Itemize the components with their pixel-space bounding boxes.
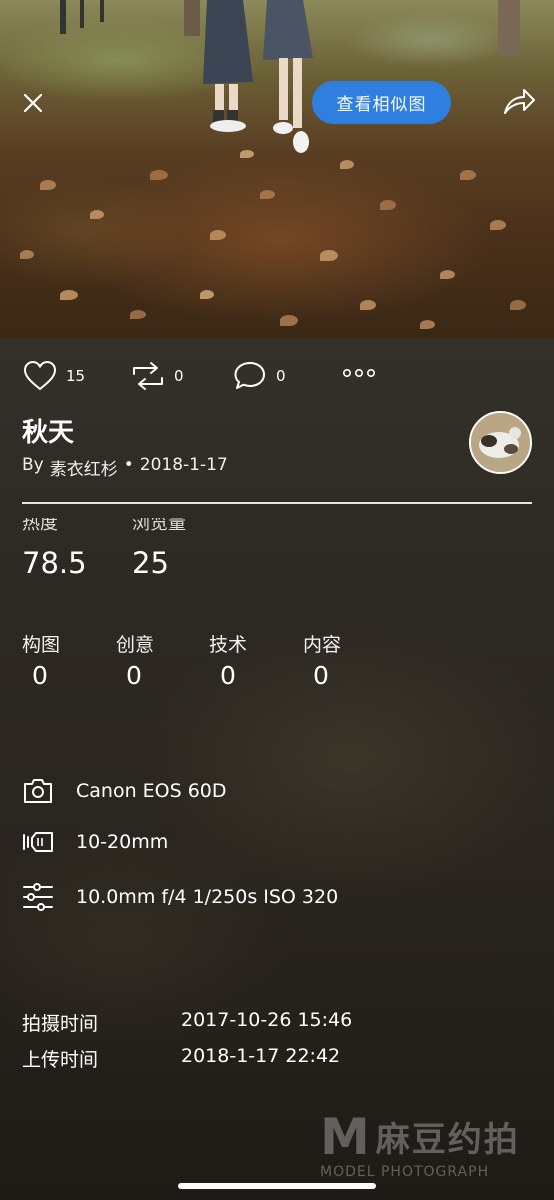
photo-image[interactable] [0, 0, 554, 338]
byline-separator: • [123, 455, 134, 475]
like-button[interactable]: 15 [22, 360, 85, 392]
heart-icon [23, 360, 57, 391]
repost-icon [133, 362, 163, 390]
watermark-cn: 麻豆约拍 [375, 1120, 520, 1160]
by-label: By [22, 455, 44, 475]
watermark-logo: M 麻豆约拍 MODEL PHOTOGRAPH [320, 1112, 520, 1180]
comment-icon [234, 362, 265, 389]
sliders-icon [23, 883, 53, 911]
home-indicator [178, 1183, 376, 1189]
more-button[interactable] [342, 368, 376, 378]
lens-icon [23, 832, 53, 852]
comment-count: 0 [276, 367, 286, 385]
view-similar-button[interactable]: 查看相似图 [312, 81, 451, 124]
score-value-content: 0 [313, 661, 329, 690]
post-title: 秋天 [22, 418, 75, 448]
score-label-creativity: 创意 [116, 634, 155, 656]
views-label: 浏览量 [132, 518, 186, 532]
action-bar: 15 0 0 [22, 360, 554, 394]
byline: By 素衣红杉 • 2018-1-17 [22, 455, 228, 480]
spec-settings: 10.0mm f/4 1/250s ISO 320 [22, 881, 338, 913]
upload-time-label: 上传时间 [22, 1049, 99, 1071]
watermark-en: MODEL PHOTOGRAPH [320, 1164, 490, 1180]
exposure-settings: 10.0mm f/4 1/250s ISO 320 [76, 886, 339, 908]
repost-count: 0 [174, 367, 184, 385]
shot-time-value: 2017-10-26 15:46 [181, 1009, 353, 1031]
spec-lens: 10-20mm [22, 826, 168, 858]
score-label-composition: 构图 [22, 634, 61, 656]
comment-button[interactable]: 0 [232, 360, 286, 392]
avatar-cat-image [471, 413, 530, 472]
stats-labels-row: 热度 浏览量 [0, 518, 554, 532]
heat-value: 78.5 [22, 546, 87, 580]
score-value-creativity: 0 [126, 661, 142, 690]
score-value-composition: 0 [32, 661, 48, 690]
score-value-technique: 0 [220, 661, 236, 690]
score-label-technique: 技术 [209, 634, 248, 656]
info-panel: 15 0 0 秋天 By 素衣红杉 • 2018-1-17 热度 浏览量 78.… [0, 338, 554, 1200]
avatar[interactable] [469, 411, 532, 474]
shot-time-label: 拍摄时间 [22, 1013, 99, 1035]
photo-tree-trunks [60, 0, 520, 56]
lens-model: 10-20mm [76, 831, 169, 853]
post-date: 2018-1-17 [139, 455, 228, 475]
like-count: 15 [66, 367, 86, 385]
repost-button[interactable]: 0 [130, 360, 184, 392]
close-icon [23, 93, 43, 113]
camera-icon [24, 779, 52, 803]
score-label-content: 内容 [303, 634, 342, 656]
views-value: 25 [132, 546, 169, 580]
heat-label: 热度 [22, 518, 58, 532]
divider [22, 502, 532, 504]
watermark-letter: M [320, 1108, 370, 1166]
share-button[interactable] [500, 85, 538, 119]
author-name[interactable]: 素衣红杉 [50, 455, 118, 480]
more-dots-icon [342, 368, 375, 378]
camera-model: Canon EOS 60D [76, 780, 227, 802]
close-button[interactable] [18, 88, 48, 118]
share-arrow-icon [504, 89, 535, 114]
spec-camera: Canon EOS 60D [22, 775, 227, 807]
upload-time-value: 2018-1-17 22:42 [181, 1045, 341, 1067]
